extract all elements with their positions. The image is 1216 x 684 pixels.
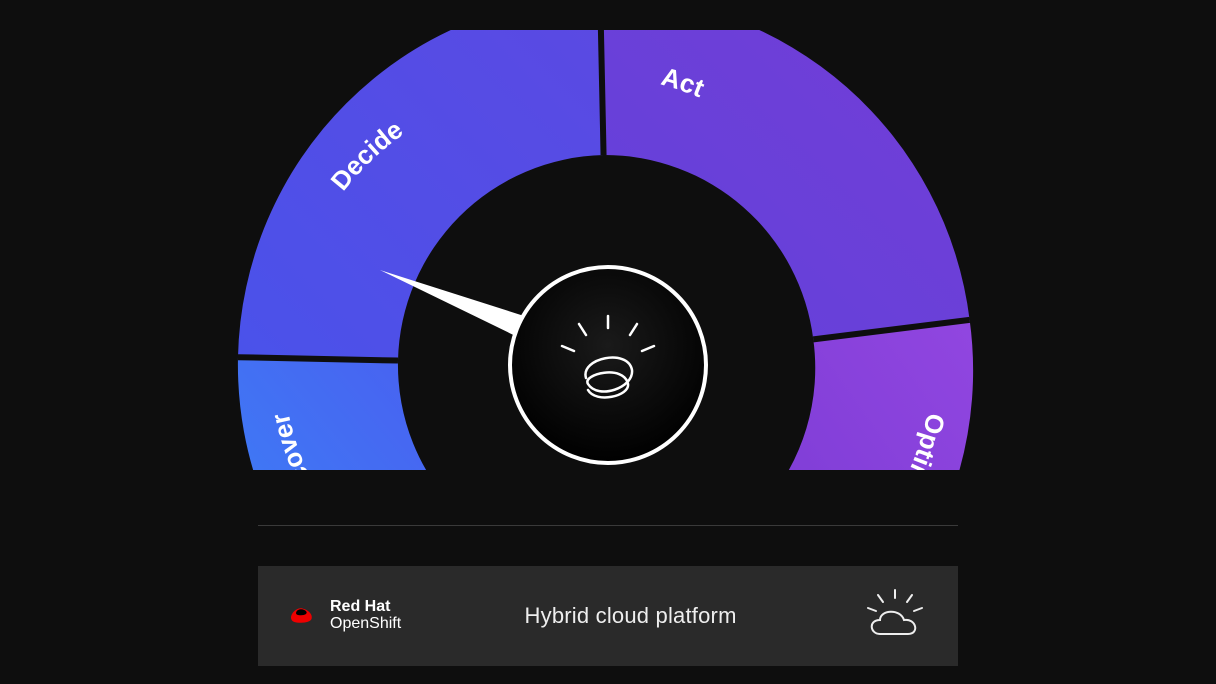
redhat-line2: OpenShift [330,616,401,633]
redhat-line1: Red Hat [330,599,401,616]
footer-logo-block: Red Hat OpenShift [286,599,401,633]
footer-card: Red Hat OpenShift Hybrid cloud platform [258,566,958,666]
footer-title: Hybrid cloud platform [401,603,860,629]
gauge-dial: Discover Decide Act Optimize [228,30,988,470]
redhat-icon [286,601,316,631]
gauge-hub [510,267,706,463]
gauge-segment-discover [238,357,460,470]
redhat-text: Red Hat OpenShift [330,599,401,633]
divider-line [258,525,958,526]
cloud-icon [860,586,930,646]
diagram-stage: Discover Decide Act Optimize [0,0,1216,684]
